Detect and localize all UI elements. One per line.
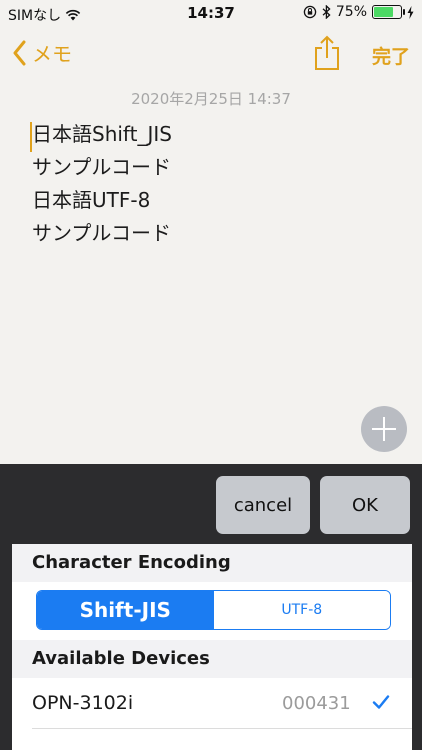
devices-header: Available Devices — [12, 640, 412, 678]
back-button[interactable]: メモ — [12, 38, 72, 67]
encoding-header: Character Encoding — [12, 544, 412, 582]
status-right: 75% — [303, 4, 414, 20]
note-line: 日本語Shift_JIS — [32, 122, 172, 146]
settings-panel: Character Encoding Shift-JIS UTF-8 Avail… — [12, 544, 412, 750]
add-icon[interactable] — [361, 406, 407, 452]
chevron-left-icon — [13, 40, 26, 65]
battery-percent: 75% — [335, 4, 367, 20]
device-id: 000431 — [282, 693, 351, 714]
battery-level — [374, 7, 393, 17]
charging-icon — [407, 5, 414, 19]
device-name: OPN-3102i — [32, 692, 134, 714]
note-body[interactable]: 日本語Shift_JIS サンプルコード 日本語UTF-8 サンプルコード — [32, 118, 402, 250]
rotation-lock-icon — [303, 5, 317, 19]
done-button[interactable]: 完了 — [372, 42, 410, 69]
back-label: メモ — [32, 42, 72, 66]
note-date: 2020年2月25日 14:37 — [131, 90, 291, 108]
ok-button[interactable]: OK — [320, 476, 410, 534]
nav-bar: メモ 完了 — [0, 28, 422, 84]
segment-utf-8[interactable]: UTF-8 — [213, 591, 390, 629]
device-row[interactable]: OPN-3102i 000431 — [12, 678, 412, 728]
status-bar: SIMなし 14:37 75% — [0, 0, 422, 28]
checkmark-icon — [372, 695, 390, 709]
note-line: 日本語UTF-8 — [32, 188, 151, 212]
cancel-button[interactable]: cancel — [216, 476, 310, 534]
segment-shift-jis[interactable]: Shift-JIS — [37, 591, 214, 629]
note-line: サンプルコード — [32, 221, 171, 245]
encoding-segmented-control: Shift-JIS UTF-8 — [36, 590, 391, 630]
share-icon[interactable] — [312, 34, 342, 72]
battery-icon — [372, 5, 405, 19]
bluetooth-icon — [322, 5, 331, 19]
row-divider — [32, 728, 412, 729]
note-line: サンプルコード — [32, 155, 171, 179]
print-settings-sheet: cancel OK Character Encoding Shift-JIS U… — [0, 464, 422, 750]
